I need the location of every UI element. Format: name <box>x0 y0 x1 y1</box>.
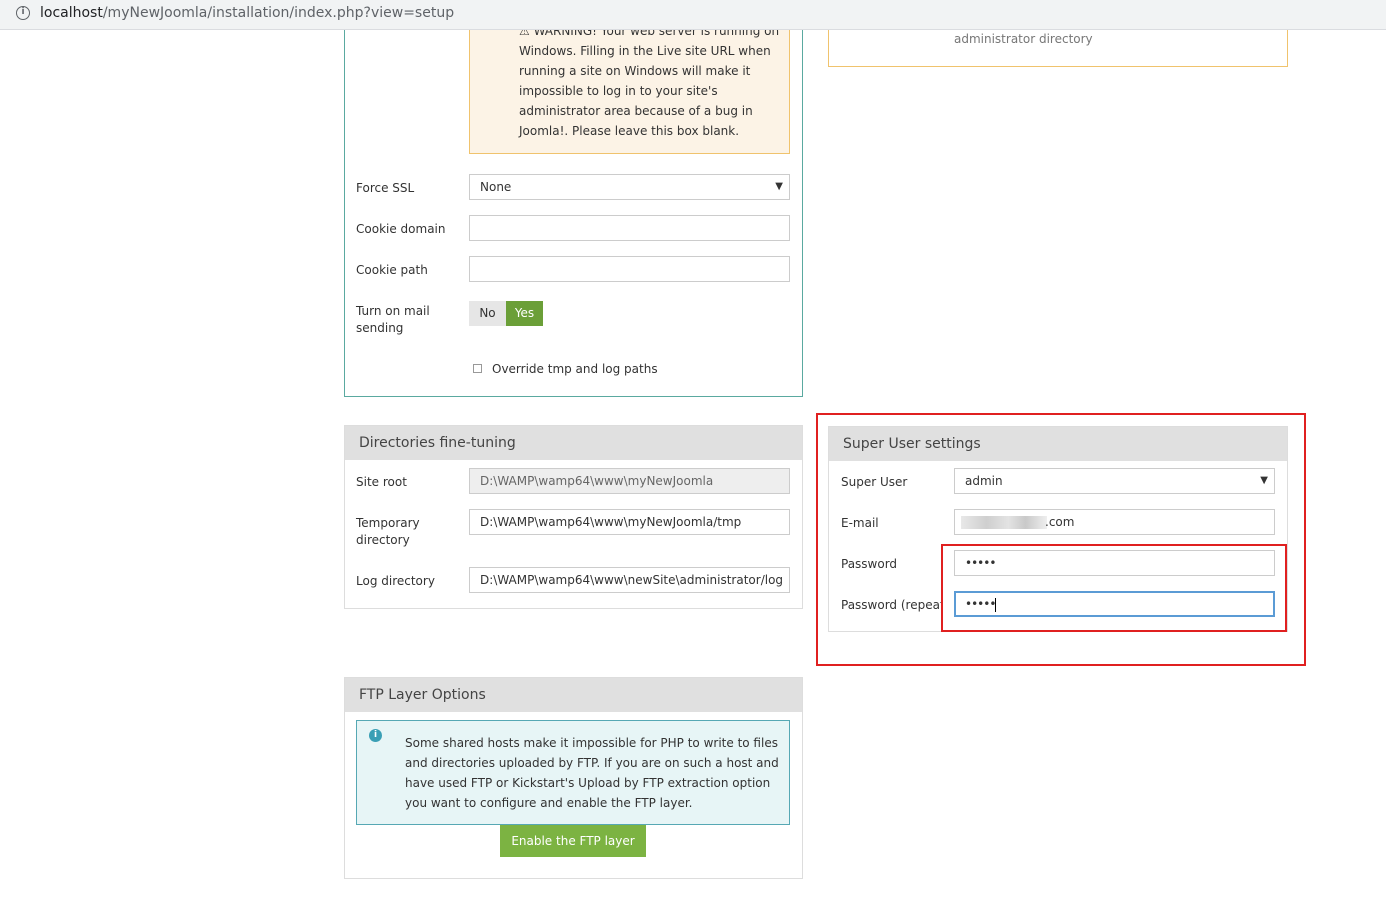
temp-directory-label: Temporary directory <box>356 515 420 549</box>
cookie-path-label: Cookie path <box>356 263 428 277</box>
log-directory-label: Log directory <box>356 574 435 588</box>
mail-label-line: sending <box>356 321 404 335</box>
windows-warning-box: ⚠ WARNING! Your web server is running on… <box>469 30 790 154</box>
ftp-info-line: Some shared hosts make it impossible for… <box>405 736 778 750</box>
force-ssl-value: None <box>480 180 512 194</box>
admin-directory-text: administrator directory <box>954 32 1093 46</box>
directories-title: Directories fine-tuning <box>345 426 802 460</box>
cookie-path-input[interactable] <box>469 256 790 282</box>
ftp-info-line: you want to configure and enable the FTP… <box>405 796 693 810</box>
force-ssl-select[interactable]: None ▼ <box>469 174 790 200</box>
site-root-label: Site root <box>356 475 407 489</box>
site-root-input: D:\WAMP\wamp64\www\myNewJoomla <box>469 468 790 494</box>
override-paths-label: Override tmp and log paths <box>492 362 658 376</box>
mail-label-line: Turn on mail <box>356 304 430 318</box>
url-host: localhost <box>40 5 103 21</box>
cookie-domain-input[interactable] <box>469 215 790 241</box>
mail-yes-button[interactable]: Yes <box>506 301 543 326</box>
address-bar[interactable]: i localhost/myNewJoomla/installation/ind… <box>0 0 1386 30</box>
force-ssl-label: Force SSL <box>356 181 415 195</box>
ftp-info-alert: i Some shared hosts make it impossible f… <box>356 720 790 825</box>
warning-line: ⚠ WARNING! Your web server is running on <box>519 30 780 38</box>
ftp-info-line: have used FTP or Kickstart's Upload by F… <box>405 776 771 790</box>
annotation-password-highlight <box>941 544 1287 632</box>
warning-line: running a site on Windows will make it <box>519 64 751 78</box>
admin-settings-panel: administrator directory <box>828 30 1288 67</box>
chevron-down-icon: ▼ <box>775 181 783 192</box>
warning-line: Joomla!. Please leave this box blank. <box>519 124 740 138</box>
warning-line: administrator area because of a bug in <box>519 104 753 118</box>
ftp-info-line: and directories uploaded by FTP. If you … <box>405 756 779 770</box>
info-icon: i <box>369 729 382 742</box>
temp-directory-input[interactable]: D:\WAMP\wamp64\www\myNewJoomla/tmp <box>469 509 790 535</box>
cookie-domain-label: Cookie domain <box>356 222 446 236</box>
temp-label-line: Temporary <box>356 516 420 530</box>
ftp-title: FTP Layer Options <box>345 678 802 712</box>
url-path: /myNewJoomla/installation/index.php?view… <box>102 5 455 21</box>
override-paths-checkbox[interactable] <box>473 364 482 373</box>
temp-label-line: directory <box>356 533 410 547</box>
enable-ftp-button[interactable]: Enable the FTP layer <box>500 825 646 857</box>
warning-line: impossible to log in to your site's <box>519 84 718 98</box>
mail-sending-label: Turn on mail sending <box>356 303 430 337</box>
ftp-info-text: Some shared hosts make it impossible for… <box>405 733 785 813</box>
warning-line: Windows. Filling in the Live site URL wh… <box>519 44 771 58</box>
log-directory-input[interactable]: D:\WAMP\wamp64\www\newSite\administrator… <box>469 567 790 593</box>
url-text[interactable]: localhost/myNewJoomla/installation/index… <box>40 5 454 21</box>
site-info-icon[interactable]: i <box>16 6 30 20</box>
mail-no-button[interactable]: No <box>469 301 506 326</box>
warning-text: ⚠ WARNING! Your web server is running on… <box>519 30 789 141</box>
